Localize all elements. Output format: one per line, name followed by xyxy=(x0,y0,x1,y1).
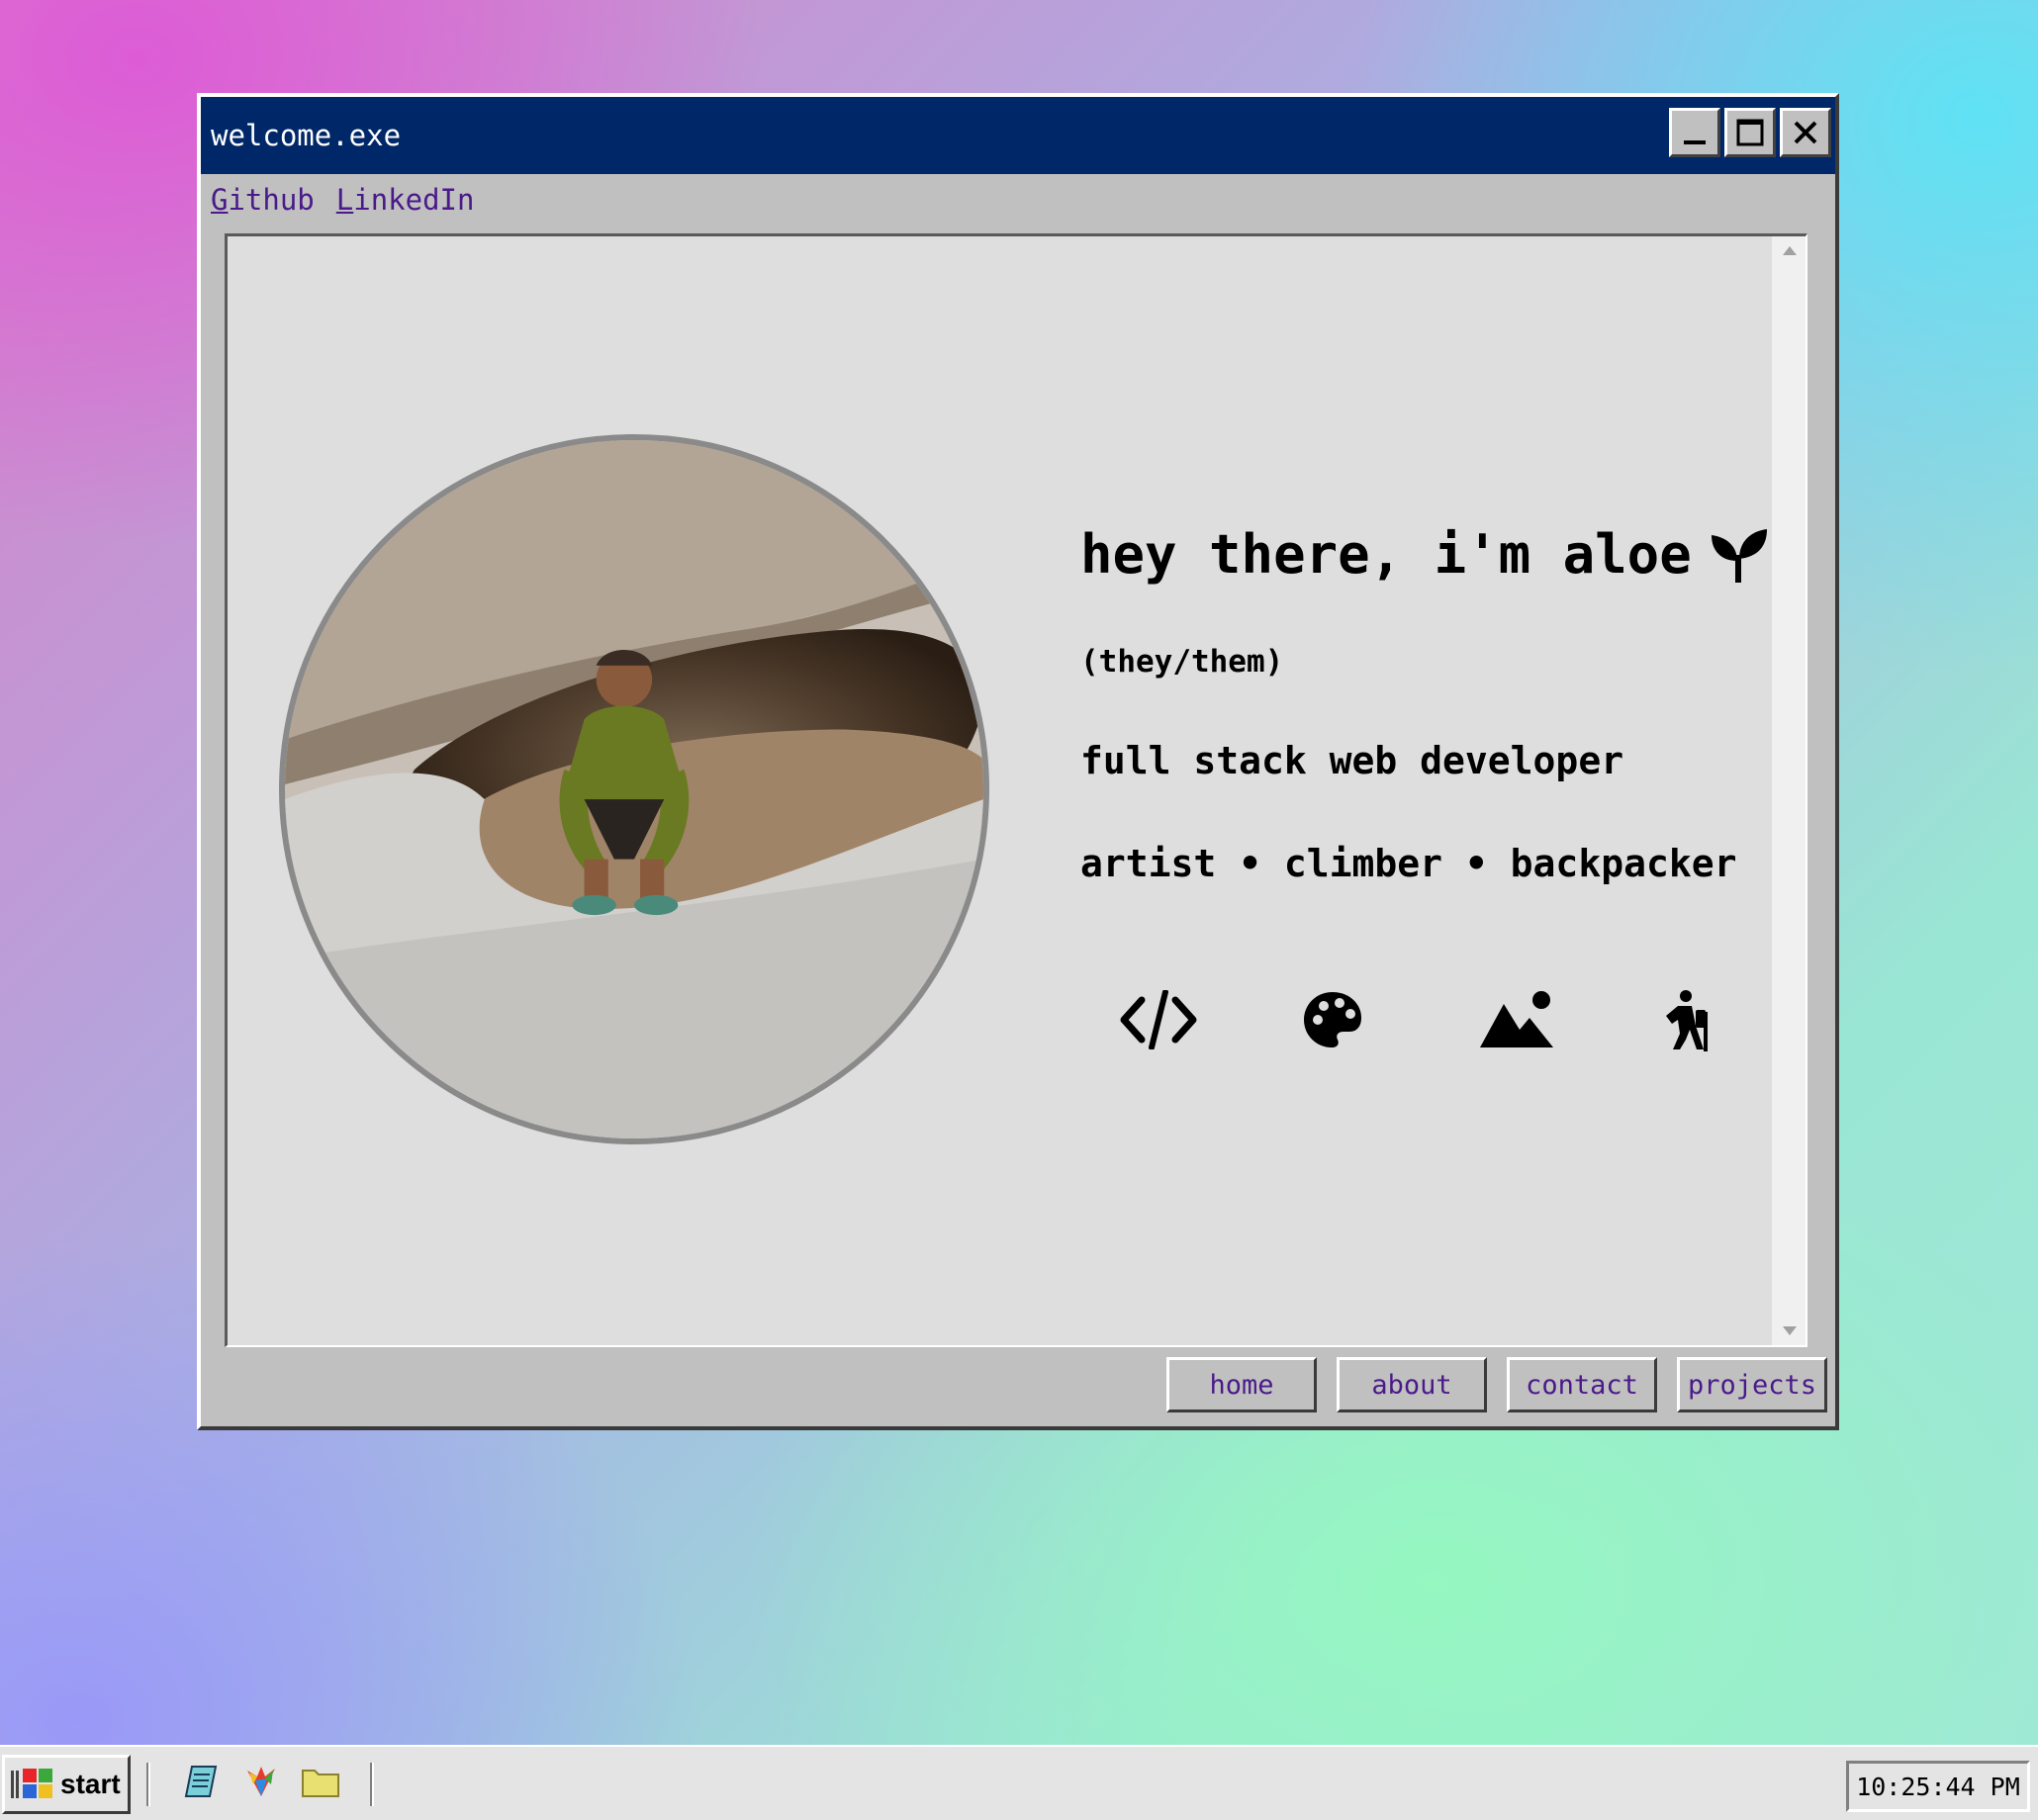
intro-section: hey there, i'm aloe (they/them) full sta… xyxy=(1080,236,1793,1345)
mountain-icon xyxy=(1480,991,1553,1047)
minimize-icon xyxy=(1684,140,1706,144)
vertical-scrollbar[interactable] xyxy=(1772,236,1806,1345)
linkedin-link[interactable]: LinkedIn xyxy=(336,183,475,217)
heading-text: hey there, i'm aloe xyxy=(1080,523,1692,586)
hiker-icon xyxy=(1666,990,1708,1051)
start-label: start xyxy=(60,1769,121,1799)
seedling-icon xyxy=(1711,528,1767,583)
folder-icon[interactable] xyxy=(301,1763,340,1802)
start-button[interactable]: start xyxy=(2,1755,131,1814)
title-bar[interactable]: welcome.exe xyxy=(201,97,1835,174)
github-link[interactable]: Github xyxy=(211,183,315,217)
maximize-icon xyxy=(1736,119,1764,146)
about-button[interactable]: about xyxy=(1337,1357,1487,1412)
palette-icon xyxy=(1304,992,1361,1047)
pronouns-text: (they/them) xyxy=(1080,644,1284,680)
windows-logo-icon xyxy=(11,1769,52,1798)
role-text: full stack web developer xyxy=(1080,739,1624,782)
nav-buttons: home about contact projects xyxy=(1166,1357,1827,1412)
close-icon xyxy=(1794,121,1817,144)
code-icon xyxy=(1120,990,1197,1049)
contact-button[interactable]: contact xyxy=(1507,1357,1657,1412)
taskbar-divider-2 xyxy=(370,1763,374,1806)
close-button[interactable] xyxy=(1780,108,1831,157)
taskbar: start 10:25:44 PM xyxy=(0,1745,2038,1820)
system-clock: 10:25:44 PM xyxy=(1846,1761,2030,1812)
maximize-button[interactable] xyxy=(1724,108,1776,157)
taskbar-divider xyxy=(146,1763,150,1806)
intro-heading: hey there, i'm aloe xyxy=(1080,523,1769,586)
paint-icon[interactable] xyxy=(241,1763,281,1802)
hobbies-text: artist • climber • backpacker xyxy=(1080,842,1737,885)
projects-button[interactable]: projects xyxy=(1677,1357,1827,1412)
content-pane: hey there, i'm aloe (they/them) full sta… xyxy=(225,233,1807,1347)
window-title: welcome.exe xyxy=(211,119,402,152)
home-button[interactable]: home xyxy=(1166,1357,1317,1412)
welcome-window: welcome.exe Github LinkedIn hey there, i… xyxy=(197,93,1839,1430)
hobby-icons xyxy=(1120,990,1733,1069)
notepad-icon[interactable] xyxy=(182,1763,222,1802)
minimize-button[interactable] xyxy=(1669,108,1720,157)
scroll-up-arrow-icon[interactable] xyxy=(1783,246,1797,255)
window-controls xyxy=(1669,108,1831,157)
profile-photo xyxy=(279,434,989,1144)
menu-bar: Github LinkedIn xyxy=(211,180,474,220)
scroll-down-arrow-icon[interactable] xyxy=(1783,1326,1797,1335)
